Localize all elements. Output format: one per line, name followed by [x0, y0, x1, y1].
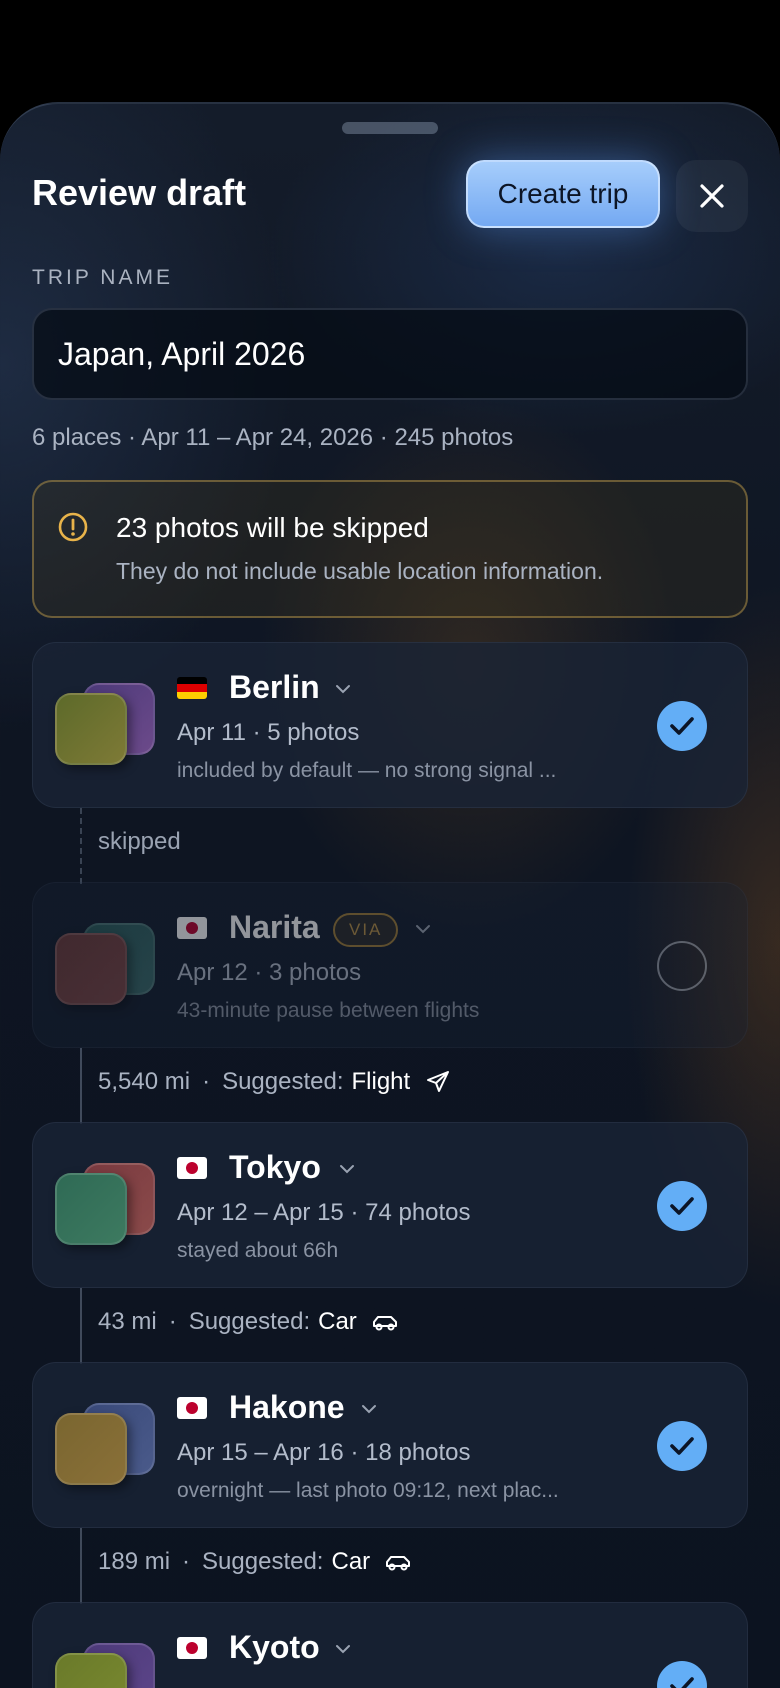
photo-stack: [55, 1643, 155, 1688]
trip-summary: 6 places · Apr 11 – Apr 24, 2026 · 245 p…: [32, 424, 514, 451]
separator-dot: ·: [202, 1068, 211, 1095]
japan-flag-icon: [177, 917, 207, 939]
route-segment[interactable]: 5,540 mi · Suggested: Flight: [98, 1068, 452, 1096]
place-card-berlin[interactable]: Berlin Apr 11 · 5 photos included by def…: [32, 642, 748, 808]
place-name: Kyoto: [229, 1629, 320, 1665]
place-dates: Apr 15 – Apr 16 · 18 photos: [177, 1439, 471, 1466]
segment-suggested-label: Suggested:: [188, 1308, 311, 1335]
segment-distance: 5,540 mi: [98, 1068, 191, 1095]
separator-dot: ·: [168, 1308, 177, 1335]
page-title: Review draft: [32, 172, 247, 213]
route-connector: [80, 1048, 82, 1124]
include-checkbox[interactable]: [657, 1421, 707, 1471]
chevron-down-icon[interactable]: [335, 683, 351, 695]
include-checkbox[interactable]: [657, 941, 707, 991]
checkmark-icon: [670, 1677, 694, 1688]
photo-stack: [55, 1163, 155, 1253]
segment-status: skipped: [98, 828, 181, 855]
photo-thumbnail: [55, 693, 127, 765]
segment-distance: 189 mi: [98, 1548, 171, 1575]
place-card-tokyo[interactable]: Tokyo Apr 12 – Apr 15 · 74 photos stayed…: [32, 1122, 748, 1288]
alert-circle-icon: [58, 512, 88, 542]
segment-mode: Car: [318, 1308, 357, 1335]
place-note: 43-minute pause between flights: [177, 999, 480, 1022]
warning-title: 23 photos will be skipped: [116, 512, 429, 543]
place-note: included by default — no strong signal .…: [177, 759, 557, 782]
airplane-icon: [427, 1071, 450, 1092]
close-button[interactable]: [676, 160, 748, 232]
separator-dot: ·: [182, 1548, 191, 1575]
segment-distance: 43 mi: [98, 1308, 157, 1335]
route-connector: [80, 1528, 82, 1604]
segment-mode: Car: [331, 1548, 371, 1575]
photo-thumbnail: [55, 1653, 127, 1688]
photo-thumbnail: [55, 933, 127, 1005]
include-checkbox[interactable]: [657, 701, 707, 751]
chevron-down-icon[interactable]: [415, 923, 431, 935]
photo-stack: [55, 683, 155, 773]
car-icon: [386, 1556, 411, 1571]
place-name: Berlin: [229, 669, 320, 705]
via-badge: VIA: [333, 913, 399, 947]
chevron-down-icon[interactable]: [339, 1163, 355, 1175]
photo-thumbnail: [55, 1173, 127, 1245]
include-checkbox[interactable]: [657, 1661, 707, 1688]
germany-flag-icon: [177, 677, 207, 699]
sheet-grabber[interactable]: [342, 122, 438, 134]
japan-flag-icon: [177, 1157, 207, 1179]
photo-stack: [55, 923, 155, 1013]
place-card-hakone[interactable]: Hakone Apr 15 – Apr 16 · 18 photos overn…: [32, 1362, 748, 1528]
route-connector: [80, 1288, 82, 1364]
route-segment[interactable]: 189 mi · Suggested: Car: [98, 1548, 412, 1576]
photo-thumbnail: [55, 1413, 127, 1485]
trip-name-label: TRIP NAME: [32, 266, 173, 289]
warning-message: They do not include usable location info…: [116, 558, 604, 584]
place-name: Narita: [229, 909, 320, 945]
route-connector: [80, 808, 82, 884]
place-dates: Apr 12 · 3 photos: [177, 959, 362, 986]
segment-suggested-label: Suggested:: [222, 1068, 344, 1095]
checkmark-icon: [670, 717, 694, 735]
segment-suggested-label: Suggested:: [202, 1548, 324, 1575]
chevron-down-icon[interactable]: [335, 1643, 351, 1655]
photo-stack: [55, 1403, 155, 1493]
checkmark-icon: [670, 1437, 694, 1455]
trip-name-input[interactable]: Japan, April 2026: [32, 308, 748, 400]
japan-flag-icon: [177, 1397, 207, 1419]
chevron-down-icon[interactable]: [361, 1403, 377, 1415]
skip-warning-banner: 23 photos will be skipped They do not in…: [32, 480, 748, 618]
car-icon: [372, 1316, 397, 1331]
place-card-narita[interactable]: Narita VIA Apr 12 · 3 photos 43-minute p…: [32, 882, 748, 1048]
japan-flag-icon: [177, 1637, 207, 1659]
place-note: stayed about 66h: [177, 1239, 339, 1262]
review-sheet: Review draft Create trip TRIP NAME Japan…: [0, 102, 780, 1688]
route-segment[interactable]: 43 mi · Suggested: Car: [98, 1308, 399, 1336]
place-name: Hakone: [229, 1389, 345, 1425]
place-dates: Apr 11 · 5 photos: [177, 719, 360, 746]
place-note: overnight — last photo 09:12, next plac.…: [177, 1479, 559, 1502]
close-icon: [700, 184, 724, 208]
include-checkbox[interactable]: [657, 1181, 707, 1231]
place-card-kyoto[interactable]: Kyoto: [32, 1602, 748, 1688]
checkmark-icon: [670, 1197, 694, 1215]
create-trip-button[interactable]: Create trip: [466, 160, 660, 228]
place-dates: Apr 12 – Apr 15 · 74 photos: [177, 1199, 471, 1226]
place-name: Tokyo: [229, 1149, 321, 1185]
segment-mode: Flight: [351, 1068, 411, 1095]
